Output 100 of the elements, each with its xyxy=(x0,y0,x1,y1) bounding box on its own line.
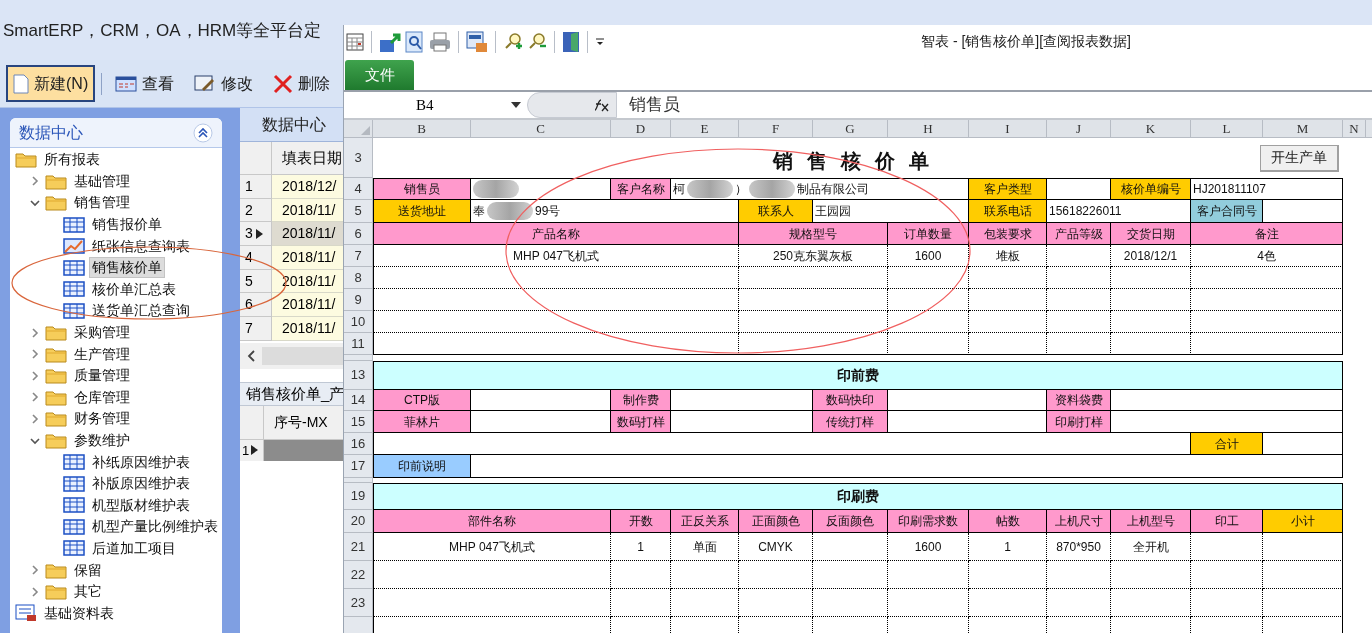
chevron-right-icon[interactable] xyxy=(29,585,41,598)
tree-item[interactable]: 后道加工项目 xyxy=(89,538,179,559)
row-header[interactable]: 3 xyxy=(344,138,373,178)
row-header[interactable]: 1 xyxy=(240,439,264,461)
tree-item[interactable]: 补版原因维护表 xyxy=(89,473,193,495)
column-header[interactable]: N xyxy=(1343,120,1366,138)
chevron-left-icon[interactable] xyxy=(247,349,255,362)
grid-icon[interactable] xyxy=(346,32,364,51)
tree-item[interactable]: 其它 xyxy=(71,581,105,603)
column-header[interactable]: 填表日期 xyxy=(272,142,343,175)
row-header[interactable]: 4 xyxy=(344,178,373,200)
dropdown-icon[interactable] xyxy=(595,36,605,47)
tree-item[interactable]: 机型版材维护表 xyxy=(89,494,193,516)
row-header[interactable]: 4 xyxy=(240,246,272,270)
tree-item[interactable]: 采购管理 xyxy=(71,322,133,344)
row-header[interactable]: 15 xyxy=(344,411,373,433)
column-header[interactable]: D xyxy=(611,120,671,138)
column-header[interactable]: G xyxy=(813,120,888,138)
printer-icon[interactable] xyxy=(429,31,451,52)
tree-item[interactable]: 质量管理 xyxy=(71,365,133,387)
toolbar-button[interactable]: 查看 xyxy=(108,65,182,102)
formula-bar-handle[interactable] xyxy=(527,92,617,118)
tree-item[interactable]: 销售报价单 xyxy=(89,214,165,236)
row-header[interactable]: 5 xyxy=(240,269,272,294)
column-header[interactable]: L xyxy=(1191,120,1263,138)
column-header[interactable]: M xyxy=(1263,120,1343,138)
chevron-right-icon[interactable] xyxy=(29,175,41,188)
row-header[interactable]: 23 xyxy=(344,589,373,617)
tree-item[interactable]: 仓库管理 xyxy=(71,386,133,408)
panel-tab[interactable]: 数据中心 xyxy=(240,108,343,142)
row-header[interactable]: 13 xyxy=(344,361,373,390)
toolbar-button[interactable]: 删除 xyxy=(266,65,338,102)
file-tab[interactable]: 文件 xyxy=(345,60,414,90)
tree-item[interactable]: 补纸原因维护表 xyxy=(89,451,193,473)
tree-item[interactable]: 所有报表 xyxy=(41,149,103,171)
toolbar-button[interactable]: 新建(N) xyxy=(6,65,96,102)
row-header[interactable]: 9 xyxy=(344,289,373,311)
chevron-right-icon[interactable] xyxy=(29,326,41,339)
column-header[interactable]: B xyxy=(373,120,471,138)
tree-item[interactable]: 销售管理 xyxy=(71,192,133,214)
row-header[interactable]: 14 xyxy=(344,390,373,411)
row-header[interactable]: 21 xyxy=(344,533,373,561)
table-cell: 送货地址 xyxy=(373,200,471,223)
table-cell: 数码快印 xyxy=(813,390,888,411)
table-cell: 客户合同号 xyxy=(1191,200,1263,223)
column-header[interactable]: H xyxy=(888,120,969,138)
name-box[interactable]: B4 xyxy=(344,92,527,118)
row-header[interactable]: 2 xyxy=(240,198,272,223)
tree-item[interactable]: 销售核价单 xyxy=(89,257,165,279)
tree-item[interactable]: 核价单汇总表 xyxy=(89,278,179,300)
chevron-right-icon[interactable] xyxy=(29,369,41,382)
export-icon[interactable] xyxy=(466,30,488,53)
chevron-right-icon[interactable] xyxy=(29,564,41,577)
row-header[interactable]: 5 xyxy=(344,200,373,223)
row-header[interactable]: 20 xyxy=(344,510,373,533)
tree-item[interactable]: 基础资料表 xyxy=(41,602,117,624)
row-header[interactable]: 6 xyxy=(344,223,373,245)
row-header[interactable]: 19 xyxy=(344,483,373,510)
formula-field[interactable]: 销售员 xyxy=(617,92,1372,118)
tree-item[interactable]: 参数维护 xyxy=(71,430,133,451)
column-header[interactable]: 序号-MX xyxy=(264,405,343,440)
collapse-icon[interactable] xyxy=(193,122,213,143)
row-header[interactable]: 11 xyxy=(344,333,373,355)
tree-item[interactable]: 保留 xyxy=(71,559,105,581)
chevron-down-icon[interactable] xyxy=(29,197,41,209)
table-cell xyxy=(1047,245,1111,267)
column-header[interactable]: J xyxy=(1047,120,1111,138)
toolbar-button[interactable]: 修改 xyxy=(187,65,261,102)
row-header[interactable]: 10 xyxy=(344,311,373,333)
door-icon[interactable] xyxy=(562,30,580,53)
column-header[interactable]: E xyxy=(671,120,739,138)
tree-item[interactable]: 生产管理 xyxy=(71,343,133,365)
folder-icon xyxy=(45,324,67,342)
row-header[interactable]: 8 xyxy=(344,267,373,289)
generate-order-button[interactable]: 开生产单 xyxy=(1260,144,1339,172)
table-row[interactable] xyxy=(264,439,343,461)
column-header[interactable]: K xyxy=(1111,120,1191,138)
tree-item[interactable]: 送货单汇总查询 xyxy=(89,300,193,322)
function-icon[interactable] xyxy=(592,98,610,112)
scrollbar-track[interactable] xyxy=(262,346,343,365)
chevron-right-icon[interactable] xyxy=(29,412,41,425)
zoom-in-icon[interactable] xyxy=(503,31,523,52)
row-header[interactable]: 3 xyxy=(240,222,272,247)
row-header[interactable]: 17 xyxy=(344,455,373,478)
column-header[interactable]: I xyxy=(969,120,1047,138)
column-header[interactable]: F xyxy=(739,120,813,138)
row-header[interactable]: 7 xyxy=(344,245,373,267)
tree-item[interactable]: 基础管理 xyxy=(71,170,133,192)
table-cell: 客户类型 xyxy=(969,178,1047,200)
column-header[interactable]: C xyxy=(471,120,611,138)
search-icon[interactable] xyxy=(405,30,425,53)
chevron-right-icon[interactable] xyxy=(29,348,41,361)
row-header[interactable]: 16 xyxy=(344,433,373,455)
table-icon xyxy=(63,497,85,514)
row-header[interactable]: 22 xyxy=(344,561,373,589)
row-header[interactable]: 7 xyxy=(240,317,272,341)
tree-item[interactable]: 机型产量比例维护表 xyxy=(89,516,221,538)
chevron-right-icon[interactable] xyxy=(29,391,41,404)
tree-item[interactable]: 财务管理 xyxy=(71,408,133,430)
row-header[interactable]: 1 xyxy=(240,175,272,199)
